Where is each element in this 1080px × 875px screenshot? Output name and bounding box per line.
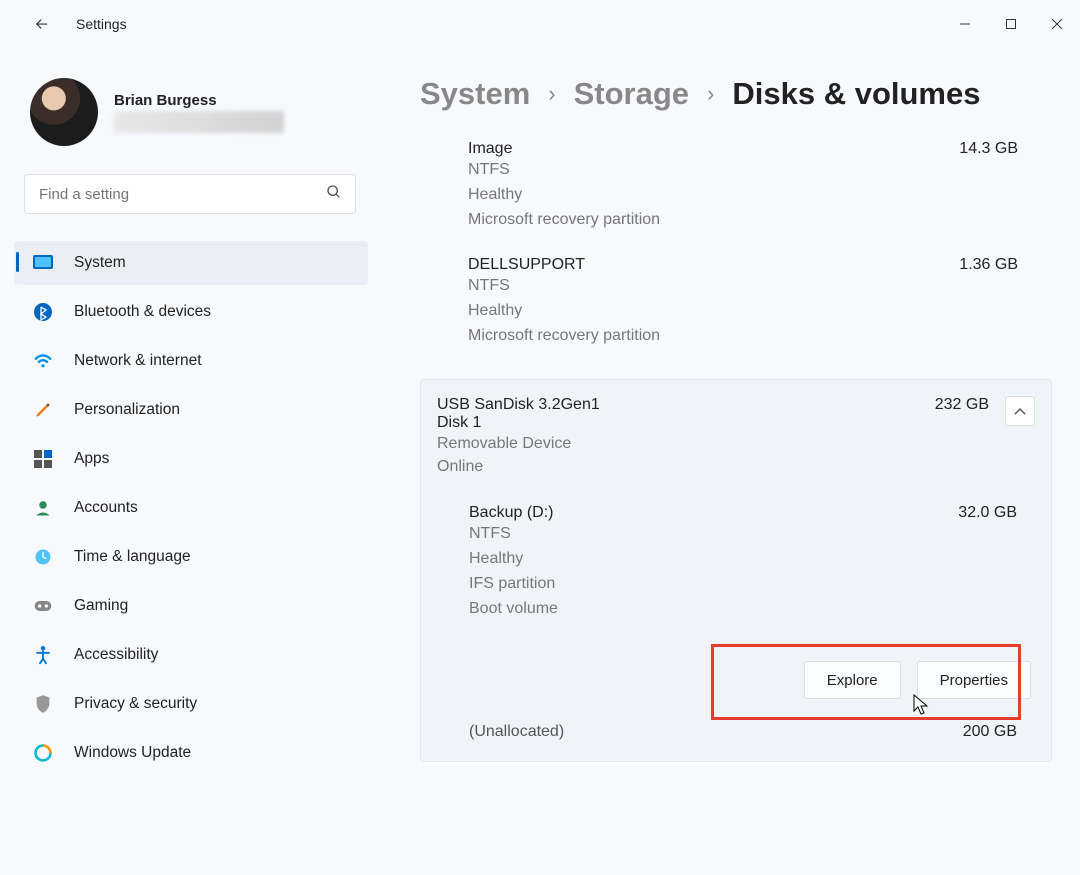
volume-part: Microsoft recovery partition xyxy=(468,324,959,349)
window-title: Settings xyxy=(76,16,127,32)
action-row: Explore Properties xyxy=(421,639,1051,709)
breadcrumb-storage[interactable]: Storage xyxy=(574,76,689,112)
breadcrumb: System › Storage › Disks & volumes xyxy=(420,76,1052,112)
volume-part: Microsoft recovery partition xyxy=(468,208,959,233)
volume-fs: NTFS xyxy=(468,158,959,183)
sidebar-item-label: Apps xyxy=(74,450,109,468)
sidebar-item-windows-update[interactable]: Windows Update xyxy=(14,731,368,775)
sidebar-item-accessibility[interactable]: Accessibility xyxy=(14,633,368,677)
disk-volume-item[interactable]: Backup (D:) NTFS Healthy IFS partition B… xyxy=(421,488,1051,639)
sidebar-item-system[interactable]: System xyxy=(14,241,368,285)
close-button[interactable] xyxy=(1034,4,1080,44)
search-icon xyxy=(326,184,342,205)
chevron-right-icon: › xyxy=(707,81,714,107)
sidebar-item-bluetooth[interactable]: Bluetooth & devices xyxy=(14,290,368,334)
wifi-icon xyxy=(32,350,54,372)
volume-status: Healthy xyxy=(468,299,959,324)
back-button[interactable] xyxy=(22,4,62,44)
chevron-right-icon: › xyxy=(548,81,555,107)
volume-flag: Boot volume xyxy=(469,597,958,622)
volume-name: Image xyxy=(468,140,959,158)
unallocated-size: 200 GB xyxy=(963,723,1051,741)
sidebar-item-label: Windows Update xyxy=(74,744,191,762)
minimize-button[interactable] xyxy=(942,4,988,44)
sidebar-item-label: System xyxy=(74,254,126,272)
unallocated-label: (Unallocated) xyxy=(469,723,963,741)
sidebar-item-time-language[interactable]: Time & language xyxy=(14,535,368,579)
brush-icon xyxy=(32,399,54,421)
content-area: System › Storage › Disks & volumes Image… xyxy=(380,48,1080,780)
update-icon xyxy=(32,742,54,764)
shield-icon xyxy=(32,693,54,715)
volume-name: Backup (D:) xyxy=(469,504,958,522)
avatar xyxy=(30,78,98,146)
disk-name: USB SanDisk 3.2Gen1 xyxy=(437,396,935,414)
person-icon xyxy=(32,497,54,519)
clock-globe-icon xyxy=(32,546,54,568)
profile-section[interactable]: Brian Burgess xyxy=(0,48,380,156)
search-input[interactable] xyxy=(24,174,356,214)
volume-fs: NTFS xyxy=(468,274,959,299)
volume-status: Healthy xyxy=(468,183,959,208)
disk-state: Online xyxy=(437,455,935,478)
sidebar-item-personalization[interactable]: Personalization xyxy=(14,388,368,432)
volume-size: 1.36 GB xyxy=(959,256,1052,348)
volume-part: IFS partition xyxy=(469,572,958,597)
volume-item[interactable]: DELLSUPPORT NTFS Healthy Microsoft recov… xyxy=(420,250,1052,366)
volume-size: 14.3 GB xyxy=(959,140,1052,232)
disk-header[interactable]: USB SanDisk 3.2Gen1 Disk 1 Removable Dev… xyxy=(421,396,1051,488)
disk-type: Removable Device xyxy=(437,432,935,455)
accessibility-icon xyxy=(32,644,54,666)
unallocated-item[interactable]: (Unallocated) 200 GB xyxy=(421,709,1051,741)
sidebar-item-accounts[interactable]: Accounts xyxy=(14,486,368,530)
chevron-up-icon xyxy=(1014,407,1026,415)
sidebar-item-label: Time & language xyxy=(74,548,191,566)
sidebar-item-label: Personalization xyxy=(74,401,180,419)
volume-status: Healthy xyxy=(469,547,958,572)
sidebar-item-label: Bluetooth & devices xyxy=(74,303,211,321)
bluetooth-icon xyxy=(32,301,54,323)
disk-label: Disk 1 xyxy=(437,414,935,432)
collapse-button[interactable] xyxy=(1005,396,1035,426)
sidebar-item-label: Gaming xyxy=(74,597,128,615)
disk-block: USB SanDisk 3.2Gen1 Disk 1 Removable Dev… xyxy=(420,379,1052,763)
profile-email xyxy=(114,111,284,133)
gamepad-icon xyxy=(32,595,54,617)
maximize-button[interactable] xyxy=(988,4,1034,44)
sidebar-item-label: Network & internet xyxy=(74,352,202,370)
volume-item[interactable]: Image NTFS Healthy Microsoft recovery pa… xyxy=(420,134,1052,250)
sidebar-item-network[interactable]: Network & internet xyxy=(14,339,368,383)
breadcrumb-current: Disks & volumes xyxy=(732,76,980,112)
system-icon xyxy=(32,252,54,274)
profile-name: Brian Burgess xyxy=(114,92,284,109)
sidebar-item-gaming[interactable]: Gaming xyxy=(14,584,368,628)
explore-button[interactable]: Explore xyxy=(804,661,901,699)
volume-fs: NTFS xyxy=(469,522,958,547)
sidebar-item-label: Accounts xyxy=(74,499,138,517)
breadcrumb-system[interactable]: System xyxy=(420,76,530,112)
properties-button[interactable]: Properties xyxy=(917,661,1031,699)
disk-size: 232 GB xyxy=(935,396,989,414)
sidebar-item-label: Accessibility xyxy=(74,646,158,664)
volume-size: 32.0 GB xyxy=(958,504,1051,621)
sidebar-item-label: Privacy & security xyxy=(74,695,197,713)
sidebar: Brian Burgess System Bluetooth & devices… xyxy=(0,48,380,780)
apps-icon xyxy=(32,448,54,470)
sidebar-item-apps[interactable]: Apps xyxy=(14,437,368,481)
search-box[interactable] xyxy=(24,174,356,214)
volume-name: DELLSUPPORT xyxy=(468,256,959,274)
sidebar-item-privacy[interactable]: Privacy & security xyxy=(14,682,368,726)
